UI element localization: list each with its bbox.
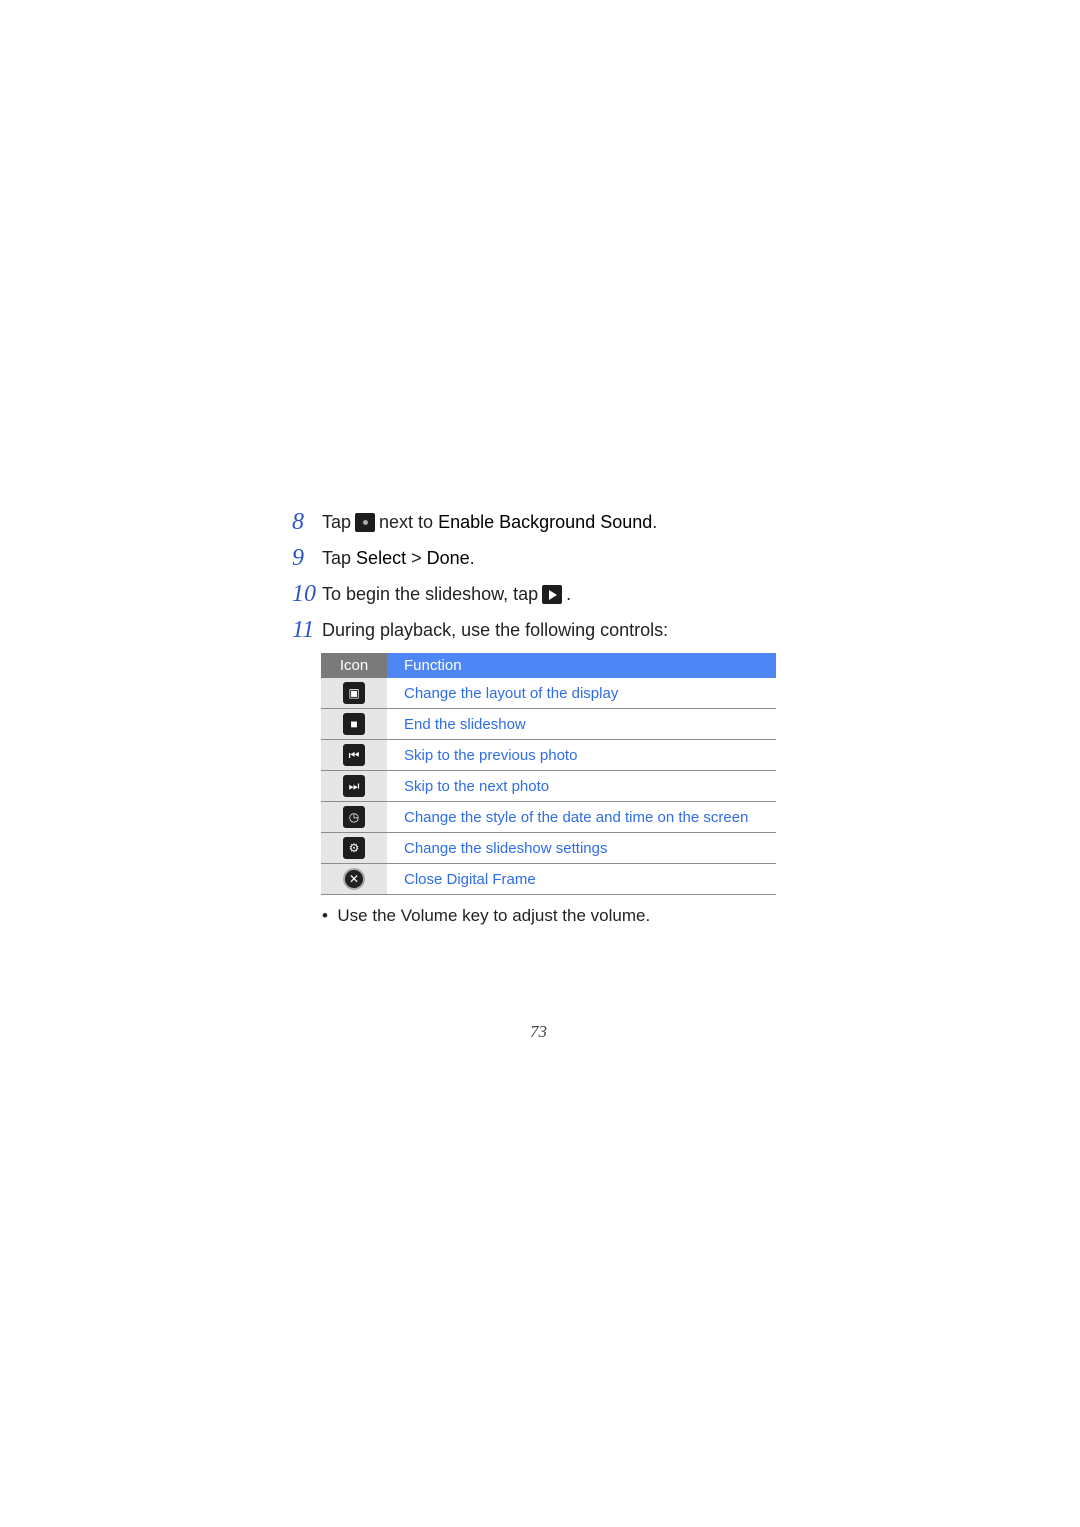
function-cell: Skip to the next photo	[387, 770, 776, 802]
icon-cell: ✕	[321, 863, 387, 895]
table-row: ⏭ Skip to the next photo	[321, 770, 776, 802]
clock-calendar-icon: ◷	[343, 806, 365, 828]
header-icon: Icon	[321, 653, 387, 678]
step-text: Tap	[322, 547, 352, 568]
icon-cell: ⚙	[321, 832, 387, 864]
sound-toggle-icon	[355, 512, 376, 532]
step-number: 10	[292, 580, 316, 607]
stop-icon: ■	[343, 713, 365, 735]
step-text: next to	[379, 511, 434, 532]
bullet-note: • Use the Volume key to adjust the volum…	[322, 906, 651, 925]
ui-term: Enable Background Sound	[438, 511, 653, 532]
icon-cell: ⏮	[321, 739, 387, 771]
header-function: Function	[387, 653, 776, 678]
step-11: 11 During playback, use the following co…	[292, 615, 668, 645]
punct: .	[566, 583, 572, 604]
table-header: Icon Function	[321, 653, 776, 678]
function-cell: Close Digital Frame	[387, 863, 776, 895]
step-text: During playback, use the following contr…	[322, 619, 669, 640]
ui-term: Done	[426, 547, 470, 568]
punct: .	[469, 547, 475, 568]
page-number: 73	[530, 1022, 547, 1041]
ui-term: Select	[356, 547, 407, 568]
table-row: ✕ Close Digital Frame	[321, 863, 776, 895]
icon-cell: ▣	[321, 678, 387, 709]
function-cell: Change the style of the date and time on…	[387, 801, 776, 833]
table-row: ■ End the slideshow	[321, 708, 776, 740]
table-row: ◷ Change the style of the date and time o…	[321, 801, 776, 833]
icon-cell: ■	[321, 708, 387, 740]
icon-cell: ◷	[321, 801, 387, 833]
separator: >	[411, 547, 422, 568]
function-cell: Change the slideshow settings	[387, 832, 776, 864]
table-row: ⏮ Skip to the previous photo	[321, 739, 776, 771]
controls-table: Icon Function ▣ Change the layout of the …	[321, 653, 776, 895]
gear-icon: ⚙	[343, 837, 365, 859]
step-text: To begin the slideshow, tap	[322, 583, 539, 604]
step-text: Tap	[322, 511, 352, 532]
table-row: ▣ Change the layout of the display	[321, 678, 776, 709]
function-cell: Skip to the previous photo	[387, 739, 776, 771]
table-row: ⚙ Change the slideshow settings	[321, 832, 776, 864]
step-number: 11	[292, 616, 315, 643]
previous-icon: ⏮	[343, 744, 365, 766]
step-10: 10 To begin the slideshow, tap .	[292, 579, 571, 609]
layout-icon: ▣	[343, 682, 365, 704]
step-number: 8	[292, 508, 304, 535]
punct: .	[652, 511, 658, 532]
function-cell: End the slideshow	[387, 708, 776, 740]
step-8: 8 Tap next to Enable Background Sound .	[292, 507, 657, 537]
close-icon: ✕	[343, 868, 365, 890]
play-icon	[542, 584, 563, 604]
step-9: 9 Tap Select > Done .	[292, 543, 475, 573]
function-cell: Change the layout of the display	[387, 678, 776, 709]
icon-cell: ⏭	[321, 770, 387, 802]
step-number: 9	[292, 544, 304, 571]
bullet-text: Use the Volume key to adjust the volume.	[337, 906, 651, 925]
next-icon: ⏭	[343, 775, 365, 797]
